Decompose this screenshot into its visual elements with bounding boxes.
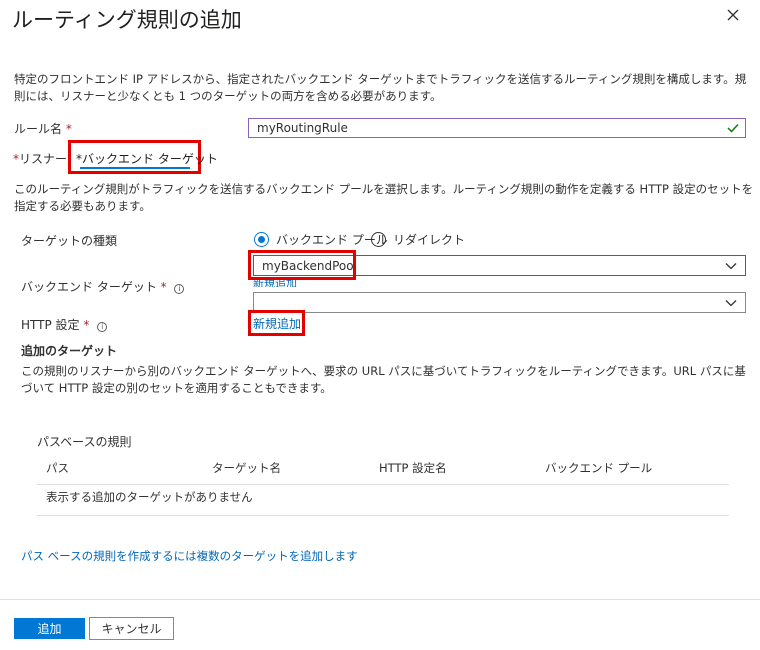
backend-target-label: バックエンド ターゲット * i xyxy=(21,278,185,295)
radio-selected-icon[interactable] xyxy=(254,232,269,247)
radio-backend-pool[interactable]: バックエンド プール xyxy=(254,231,388,248)
column-header-backend-pool: バックエンド プール xyxy=(545,461,653,475)
page-title: ルーティング規則の追加 xyxy=(12,8,242,32)
footer-divider xyxy=(0,599,760,600)
active-tab-underline xyxy=(80,167,190,169)
rule-name-label-text: ルール名 xyxy=(14,122,63,136)
tab-backend-target-label: *バックエンド ターゲット xyxy=(76,152,218,166)
table-divider xyxy=(37,515,729,516)
rule-name-label: ルール名 * xyxy=(14,120,72,137)
close-icon[interactable] xyxy=(726,8,740,22)
http-settings-add-new-link[interactable]: 新規追加 xyxy=(253,315,301,332)
add-path-rule-link[interactable]: パス ベースの規則を作成するには複数のターゲットを追加します xyxy=(21,548,358,564)
backend-description: このルーティング規則がトラフィックを送信するバックエンド プールを選択します。ル… xyxy=(14,182,754,213)
backend-target-add-new-link[interactable]: 新規追加 xyxy=(253,280,297,287)
radio-redirect-label: リダイレクト xyxy=(393,233,466,247)
check-icon xyxy=(727,123,739,133)
path-rules-heading: パスベースの規則 xyxy=(37,435,132,449)
backend-target-label-text: バックエンド ターゲット xyxy=(21,280,157,294)
panel-description: 特定のフロントエンド IP アドレスから、指定されたバックエンド ターゲットまで… xyxy=(14,72,747,103)
required-mark: * xyxy=(83,318,90,332)
rule-name-value: myRoutingRule xyxy=(257,121,348,135)
http-settings-dropdown[interactable] xyxy=(253,292,746,313)
add-button[interactable]: 追加 xyxy=(14,618,85,639)
rule-name-input[interactable]: myRoutingRule xyxy=(248,118,746,138)
target-type-label: ターゲットの種類 xyxy=(21,234,118,248)
tab-backend-target[interactable]: *バックエンド ターゲット xyxy=(76,150,218,167)
radio-unselected-icon[interactable] xyxy=(371,232,386,247)
tab-listener-label: リスナー xyxy=(19,152,68,166)
radio-redirect[interactable]: リダイレクト xyxy=(371,231,465,248)
cancel-button[interactable]: キャンセル xyxy=(89,617,174,640)
required-mark: * xyxy=(65,122,72,136)
chevron-down-icon xyxy=(725,300,737,307)
table-divider xyxy=(37,484,729,485)
tab-listener[interactable]: *リスナー xyxy=(13,150,67,167)
column-header-path: パス xyxy=(46,461,69,475)
additional-targets-description: この規則のリスナーから別のバックエンド ターゲットへ、要求の URL パスに基づ… xyxy=(21,364,746,395)
http-settings-label: HTTP 設定 * i xyxy=(21,316,108,333)
additional-targets-heading: 追加のターゲット xyxy=(21,344,118,358)
required-mark: * xyxy=(160,280,167,294)
backend-target-highlight xyxy=(248,250,356,280)
chevron-down-icon xyxy=(725,263,737,270)
column-header-target-name: ターゲット名 xyxy=(212,461,281,475)
http-settings-label-text: HTTP 設定 xyxy=(21,318,80,332)
column-header-http-settings-name: HTTP 設定名 xyxy=(379,461,447,475)
empty-table-message: 表示する追加のターゲットがありません xyxy=(46,490,253,504)
info-icon[interactable]: i xyxy=(97,322,108,332)
info-icon[interactable]: i xyxy=(174,284,185,294)
